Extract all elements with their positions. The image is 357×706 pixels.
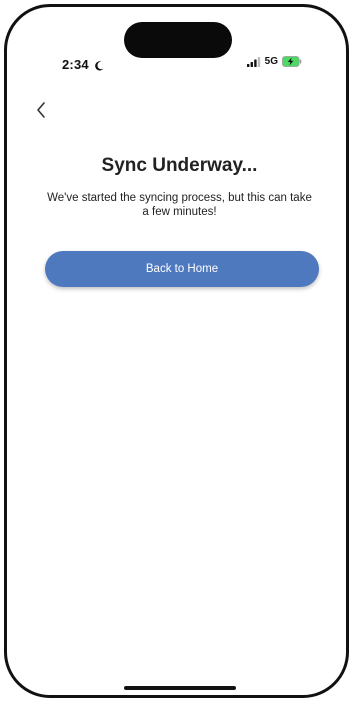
back-button[interactable] [33, 99, 51, 121]
signal-icon [246, 56, 261, 67]
screen: 2:34 5G Sync Underway... We've started t… [0, 0, 357, 706]
phone-frame: 2:34 5G Sync Underway... We've started t… [4, 4, 349, 698]
battery-charging-icon [282, 56, 302, 67]
dynamic-island [124, 22, 232, 58]
status-time-text: 2:34 [62, 57, 89, 72]
network-label: 5G [264, 56, 278, 67]
page-subtitle: We've started the syncing process, but t… [47, 192, 312, 218]
back-to-home-button[interactable]: Back to Home [45, 251, 319, 287]
home-indicator[interactable] [124, 686, 236, 690]
moon-icon [94, 61, 104, 71]
page-title: Sync Underway... [101, 155, 258, 176]
chevron-left-icon [37, 102, 45, 118]
status-time: 2:34 [62, 57, 104, 72]
status-right: 5G [246, 56, 302, 67]
